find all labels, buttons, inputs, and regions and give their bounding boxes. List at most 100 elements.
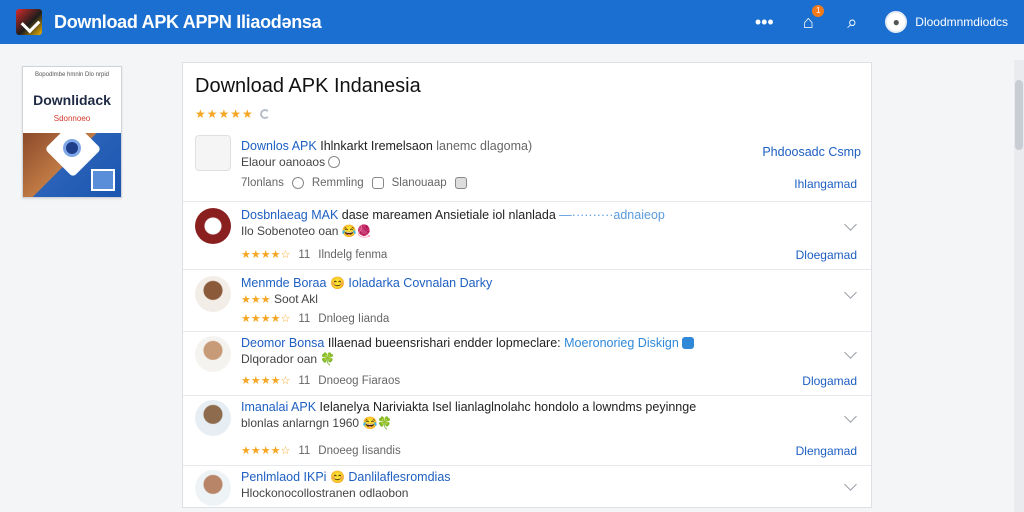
chevron-down-icon[interactable] [844,218,857,231]
list-item-meta: ★★★★☆ 11 Dnloeg Iianda [241,312,390,326]
download-link[interactable]: Dloegamad [796,248,857,262]
list-item-title-text: Ielanelya Nariviakta Isel lianlaglnolahc… [319,400,697,414]
list-item-title[interactable]: Menmde Boraa 😊 Ioladarka Covnalan Darky [241,276,492,290]
rating-count: 11 [298,312,311,325]
site-title[interactable]: Download APK APPN Iliaodənsa [54,12,322,33]
rating-stars: ★★★★☆ [241,249,291,261]
scrollbar-thumb[interactable] [1015,80,1023,150]
list-item-title-text: Illaenad bueensrishari endder lopmeclare… [327,336,561,350]
list-item-subtitle: Hlockonocollostranen odlaobon [241,486,408,500]
list-item-subtitle: ★★★ Soot Akl [241,292,318,306]
top-actions: ••• ⌂ 1 ⌕ ● Dloodmnmdiodcs [753,5,1008,33]
list-item-subtitle: Ilo Sobenoteo oan 😂🧶 [241,224,372,238]
featured-meta-3: Slanouaap [391,177,447,189]
featured-title-gray: lanemc dlagoma) [436,139,533,153]
featured-meta-2: Remmling [311,177,364,189]
list-item-title-link[interactable]: Deomor Bonsa [241,336,324,350]
user-name[interactable]: Dloodmnmdiodcs [915,15,1008,29]
reaction-emoji: 😊 [329,470,345,484]
list-item-meta-text: Dnloeg Iianda [318,312,390,325]
list-item-title[interactable]: Dosbnlaeag MAK dase mareamen Ansietiale … [241,208,665,222]
featured-subtitle-text: Elaour oanoaos [241,155,326,169]
list-item-meta-text: Dnoeeg Iisandis [318,444,401,457]
list-item-title-gray: —··········adnaieop [559,208,665,222]
featured-title-link[interactable]: Downlos APK [241,139,317,153]
chevron-down-icon[interactable] [844,286,857,299]
image-icon [454,177,467,189]
list-item-title[interactable]: Imanalai APK Ielanelya Nariviakta Isel l… [241,400,696,414]
cover-top-text: Bopodlmbe hmnln Dlo nrpid [34,72,110,78]
chevron-down-icon[interactable] [844,478,857,491]
publisher-link[interactable]: Phdoosadc Csmp [762,145,861,159]
list-item-subtitle: blonlas anlarngn 1960 😂🍀 [241,416,392,430]
search-icon[interactable]: ⌕ [841,11,863,33]
page-title: Download APK Indanesia [195,75,421,97]
gear-icon [63,139,81,157]
cover-title: Downlidack [33,92,111,108]
reaction-emoji: 😊 [329,276,345,290]
avatar[interactable] [195,276,231,312]
home-icon[interactable]: ⌂ 1 [797,5,825,33]
reaction-emoji: 😂🧶 [341,224,372,238]
list-item-subtitle: Dlqorador oan 🍀 [241,352,335,366]
list-item[interactable]: Penlmlaod IKPi 😊 Danlilaflesromdias Hloc… [183,465,871,507]
list-item[interactable]: Deomor Bonsa Illaenad bueensrishari endd… [183,331,871,395]
featured-title[interactable]: Downlos APK Ihlnkarkt Iremelsaon lanemc … [241,139,532,153]
photo-icon [91,169,115,191]
download-link[interactable]: Dlengamad [796,444,857,458]
rating-stars: ★★★★★ [195,107,254,121]
avatar[interactable] [195,208,231,244]
rating-stars: ★★★ [241,294,271,306]
chevron-down-icon[interactable] [844,410,857,423]
list-item-title-gray: Ioladarka Covnalan Darky [348,276,493,290]
list-item-title-gray: Danlilaflesromdias [348,470,451,484]
list-item-subtitle-text: Hlockonocollostranen odlaobon [241,486,409,500]
list-item[interactable]: Imanalai APK Ielanelya Nariviakta Isel l… [183,395,871,465]
list-item-title-gray: Moeronorieg Diskign [564,336,679,350]
list-item-title[interactable]: Deomor Bonsa Illaenad bueensrishari endd… [241,336,695,350]
avatar[interactable] [195,470,231,506]
scrollbar[interactable] [1014,60,1024,512]
list-item-meta-text: Dnoeog Fiaraos [318,374,401,387]
list-item[interactable]: Dosbnlaeag MAK dase mareamen Ansietiale … [183,201,871,269]
more-icon[interactable]: ••• [753,11,775,33]
list-item[interactable]: Menmde Boraa 😊 Ioladarka Covnalan Darky … [183,269,871,331]
history-icon [291,177,304,189]
app-thumbnail[interactable] [195,135,231,171]
chevron-down-icon[interactable] [844,346,857,359]
loading-icon [259,109,270,119]
avatar[interactable] [195,336,231,372]
avatar[interactable] [195,400,231,436]
rating-count: 11 [298,248,311,261]
rating-count: 11 [298,444,311,457]
site-logo-icon[interactable] [16,9,42,35]
list-item-title-text: dase mareamen Ansietiale iol nlanlada [341,208,556,222]
info-icon [682,337,695,349]
featured-list-item[interactable]: Downlos APK Ihlnkarkt Iremelsaon lanemc … [183,133,871,199]
list-item-subtitle-text: Dlqorador oan [241,352,318,366]
rating-stars: ★★★★☆ [241,313,291,325]
download-link[interactable]: Dlogamad [802,374,857,388]
list-item-title-link[interactable]: Imanalai APK [241,400,316,414]
featured-meta-1: 7lonlans [241,177,284,189]
list-item-meta: ★★★★☆ 11 Dnoeog Fiaraos [241,374,401,388]
rating-count: 11 [298,374,311,387]
list-item-subtitle-text: Ilo Sobenoteo oan [241,224,339,238]
page-rating: ★★★★★ [195,107,270,121]
app-cover-card[interactable]: Bopodlmbe hmnln Dlo nrpid Downlidack Sdo… [22,66,122,198]
list-item-title-link[interactable]: Dosbnlaeag MAK [241,208,338,222]
user-avatar[interactable]: ● [885,11,908,33]
main-panel: Download APK Indanesia ★★★★★ Downlos APK… [182,62,872,508]
list-item-title-link[interactable]: Penlmlaod IKPi [241,470,326,484]
download-link[interactable]: Ihlangamad [794,177,857,191]
user-menu[interactable]: ● Dloodmnmdiodcs [885,11,1008,33]
list-item-meta: ★★★★☆ 11 Dnoeeg Iisandis [241,444,401,458]
list-item-title-link[interactable]: Menmde Boraa [241,276,326,290]
list-item-meta-text: Ilndelg fenma [318,248,388,261]
featured-meta: 7lonlans Remmling Slanouaap [241,177,467,189]
settings-icon [328,156,341,168]
rating-stars: ★★★★☆ [241,375,291,387]
list-item-subtitle-text: blonlas anlarngn 1960 [241,416,360,430]
list-item-title[interactable]: Penlmlaod IKPi 😊 Danlilaflesromdias [241,470,451,484]
featured-subtitle: Elaour oanoaos [241,155,341,169]
